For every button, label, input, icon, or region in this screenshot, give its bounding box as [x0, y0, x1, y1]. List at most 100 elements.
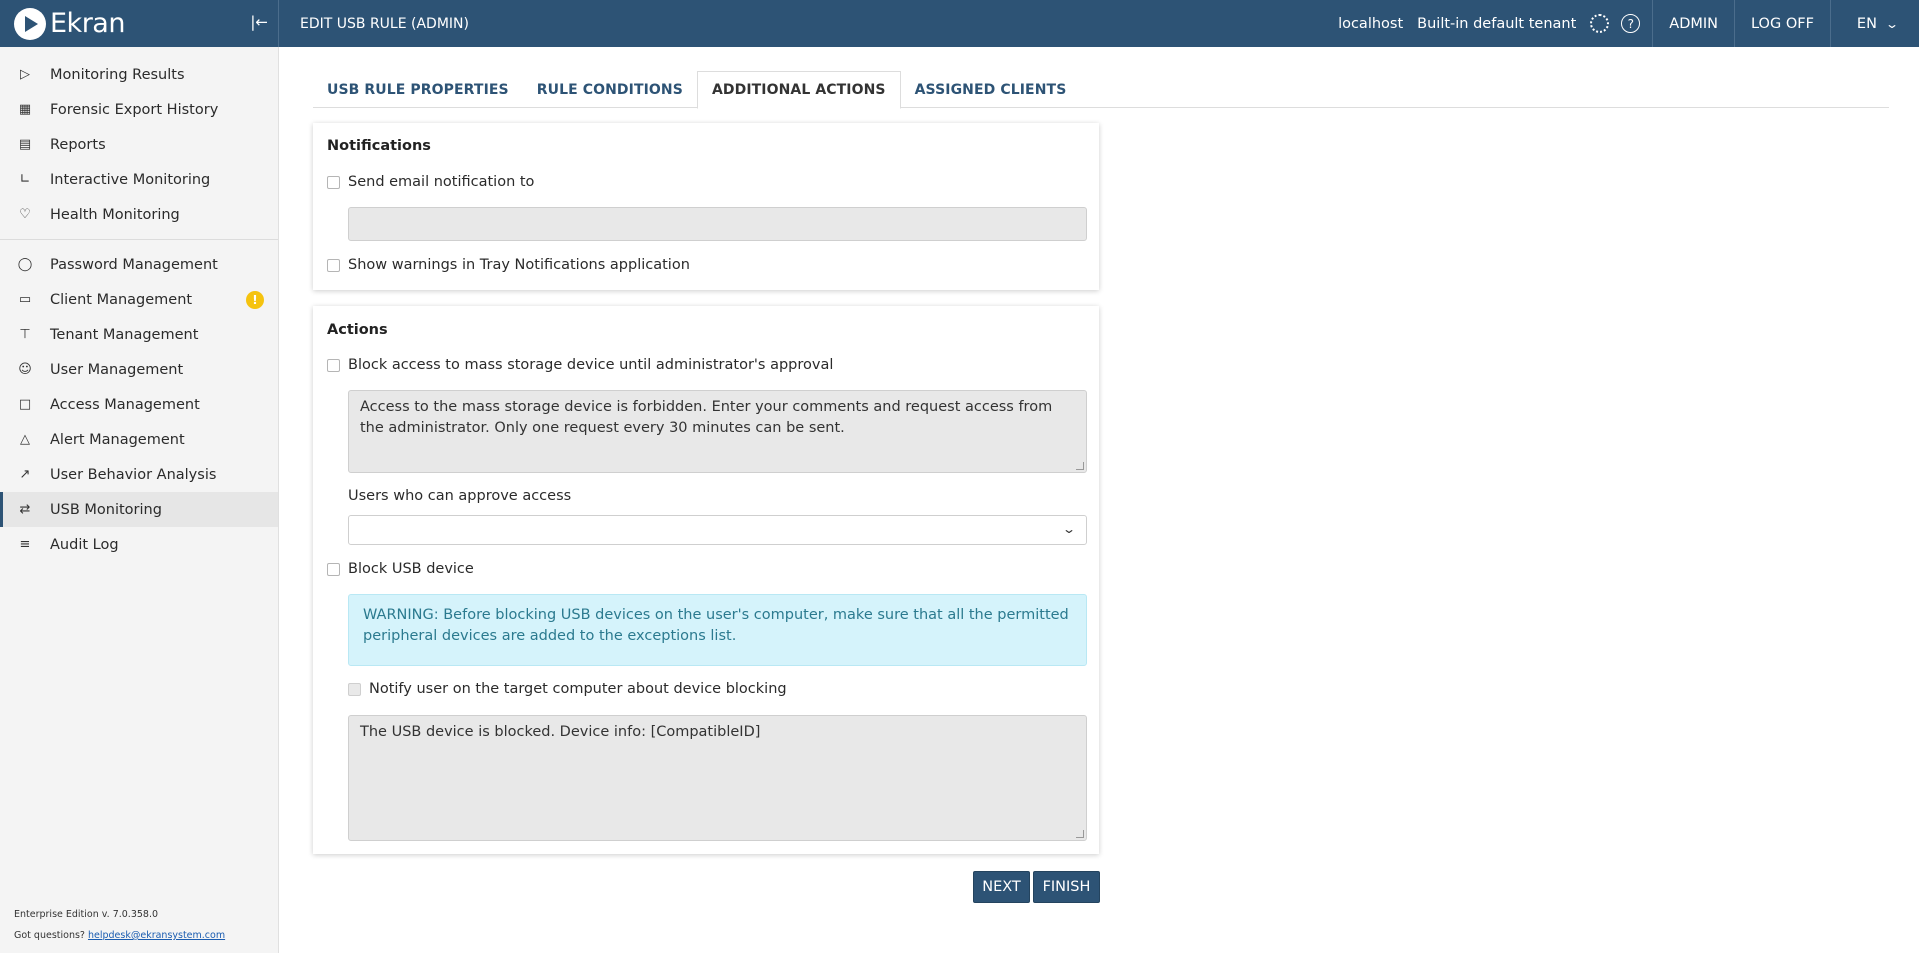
block-usb-checkbox[interactable]: [327, 562, 340, 576]
brand-name: Ekran: [50, 8, 125, 39]
sidebar-item-label: Interactive Monitoring: [50, 171, 211, 188]
approvers-select[interactable]: ⌄: [348, 515, 1087, 545]
language-select[interactable]: EN ⌄: [1831, 0, 1919, 47]
tray-notifications-checkbox[interactable]: [327, 258, 340, 272]
sidebar-item-label: Health Monitoring: [50, 206, 180, 223]
notify-message-textarea[interactable]: The USB device is blocked. Device info: …: [348, 715, 1087, 841]
sidebar-item-label: Forensic Export History: [50, 101, 219, 118]
sidebar-item-client-management[interactable]: ▭ Client Management!: [0, 282, 278, 317]
page-title: EDIT USB RULE (ADMIN): [300, 15, 469, 32]
monitor-icon: ▭: [18, 292, 32, 307]
tenant-name: Built-in default tenant: [1417, 15, 1577, 32]
block-mass-storage-row: Block access to mass storage device unti…: [327, 357, 833, 373]
notify-user-row: Notify user on the target computer about…: [348, 681, 787, 697]
tab-additional-actions[interactable]: ADDITIONAL ACTIONS: [696, 71, 901, 109]
help-icon[interactable]: ?: [1621, 14, 1641, 33]
notify-user-checkbox[interactable]: [348, 682, 361, 696]
send-email-label: Send email notification to: [348, 174, 535, 190]
sidebar-item-label: Client Management: [50, 291, 193, 308]
sidebar-item-label: Alert Management: [50, 431, 185, 448]
mass-storage-message-textarea[interactable]: Access to the mass storage device is for…: [348, 390, 1087, 473]
send-email-row: Send email notification to: [327, 174, 534, 190]
sidebar-item-label: Password Management: [50, 256, 218, 273]
bell-icon: △: [20, 432, 30, 447]
sidebar-item-label: User Management: [50, 361, 184, 378]
play-icon: ▷: [20, 67, 30, 82]
sidebar-item-label: User Behavior Analysis: [50, 466, 217, 483]
next-button[interactable]: NEXT: [973, 871, 1030, 903]
sidebar-item-label: USB Monitoring: [50, 501, 162, 518]
sidebar-item-reports[interactable]: ▤ Reports: [0, 127, 278, 162]
user-icon: ☺: [18, 362, 32, 377]
questions-text: Got questions?: [14, 930, 85, 941]
chevron-down-icon: ⌄: [1884, 16, 1900, 31]
send-email-checkbox[interactable]: [327, 175, 340, 189]
resize-handle-icon[interactable]: [1076, 462, 1084, 470]
edition-text: Enterprise Edition v. 7.0.358.0: [14, 909, 159, 920]
sidebar-item-interactive-monitoring[interactable]: ∟ Interactive Monitoring: [0, 162, 278, 197]
notify-message: The USB device is blocked. Device info: …: [360, 724, 761, 740]
approvers-label: Users who can approve access: [348, 488, 572, 504]
sidebar-item-label: Monitoring Results: [50, 66, 185, 83]
host-name: localhost: [1338, 15, 1404, 32]
tray-row: Show warnings in Tray Notifications appl…: [327, 257, 690, 273]
helpdesk-link[interactable]: helpdesk@ekransystem.com: [88, 930, 225, 941]
sidebar-item-password-management[interactable]: ◯ Password Management: [0, 247, 278, 282]
sidebar-item-label: Audit Log: [50, 536, 119, 553]
admin-button[interactable]: ADMIN: [1653, 0, 1734, 47]
actions-panel: Actions Block access to mass storage dev…: [313, 306, 1099, 854]
sidebar-item-label: Reports: [50, 136, 106, 153]
hierarchy-icon: ⊤: [19, 327, 31, 342]
tab-assigned-clients[interactable]: ASSIGNED CLIENTS: [901, 71, 1081, 108]
sidebar-item-label: Access Management: [50, 396, 200, 413]
tab-usb-rule-properties[interactable]: USB RULE PROPERTIES: [313, 71, 523, 108]
ekran-logo-icon: [14, 7, 46, 40]
sidebar-item-label: Tenant Management: [50, 326, 199, 343]
shield-icon: ◯: [17, 257, 33, 272]
sidebar-item-usb-monitoring[interactable]: ⇄ USB Monitoring: [0, 492, 278, 527]
tab-rule-conditions[interactable]: RULE CONDITIONS: [523, 71, 697, 108]
log-off-button[interactable]: LOG OFF: [1735, 0, 1830, 47]
sidebar: ▷ Monitoring Results ▦ Forensic Export His…: [0, 47, 279, 953]
warning-badge[interactable]: !: [246, 291, 264, 309]
sidebar-item-health-monitoring[interactable]: ♡ Health Monitoring: [0, 197, 278, 232]
chevron-down-icon: ⌄: [1061, 522, 1077, 536]
collapse-sidebar-icon[interactable]: |←: [250, 13, 268, 31]
lock-icon: □: [18, 397, 32, 412]
actions-title: Actions: [327, 322, 388, 338]
sidebar-item-monitoring-results[interactable]: ▷ Monitoring Results: [0, 57, 278, 92]
sidebar-item-forensic-export-history[interactable]: ▦ Forensic Export History: [0, 92, 278, 127]
document-icon: ▤: [18, 137, 32, 152]
gear-icon[interactable]: [1590, 14, 1610, 33]
checklist-icon: ≡: [19, 537, 31, 552]
resize-handle-icon[interactable]: [1076, 830, 1084, 838]
tab-bar: USB RULE PROPERTIES RULE CONDITIONS ADDI…: [313, 71, 1889, 109]
block-usb-label: Block USB device: [348, 561, 474, 577]
brand: Ekran |←: [0, 0, 279, 47]
tray-notifications-label: Show warnings in Tray Notifications appl…: [348, 257, 690, 273]
sidebar-item-alert-management[interactable]: △ Alert Management: [0, 422, 278, 457]
film-icon: ▦: [18, 102, 32, 117]
mass-storage-message: Access to the mass storage device is for…: [360, 399, 1053, 436]
block-mass-storage-label: Block access to mass storage device unti…: [348, 357, 834, 373]
warning-box: WARNING: Before blocking USB devices on …: [348, 594, 1087, 666]
sidebar-footer: Enterprise Edition v. 7.0.358.0 Got ques…: [14, 904, 225, 946]
email-field[interactable]: [348, 207, 1087, 241]
notify-user-label: Notify user on the target computer about…: [369, 681, 787, 697]
notifications-title: Notifications: [327, 138, 431, 154]
language-label: EN: [1856, 15, 1877, 32]
sidebar-item-tenant-management[interactable]: ⊤ Tenant Management: [0, 317, 278, 352]
trend-icon: ↗: [19, 467, 31, 482]
sidebar-item-user-behavior-analysis[interactable]: ↗ User Behavior Analysis: [0, 457, 278, 492]
sidebar-item-user-management[interactable]: ☺ User Management: [0, 352, 278, 387]
finish-button[interactable]: FINISH: [1033, 871, 1100, 903]
top-bar: Ekran |← EDIT USB RULE (ADMIN) localhost…: [0, 0, 1919, 47]
usb-icon: ⇄: [19, 502, 31, 517]
heart-icon: ♡: [19, 207, 31, 222]
block-usb-row: Block USB device: [327, 561, 474, 577]
block-mass-storage-checkbox[interactable]: [327, 358, 340, 372]
sidebar-item-audit-log[interactable]: ≡ Audit Log: [0, 527, 278, 562]
sidebar-item-access-management[interactable]: □ Access Management: [0, 387, 278, 422]
notifications-panel: Notifications Send email notification to…: [313, 123, 1099, 290]
bar-chart-icon: ∟: [19, 172, 31, 187]
